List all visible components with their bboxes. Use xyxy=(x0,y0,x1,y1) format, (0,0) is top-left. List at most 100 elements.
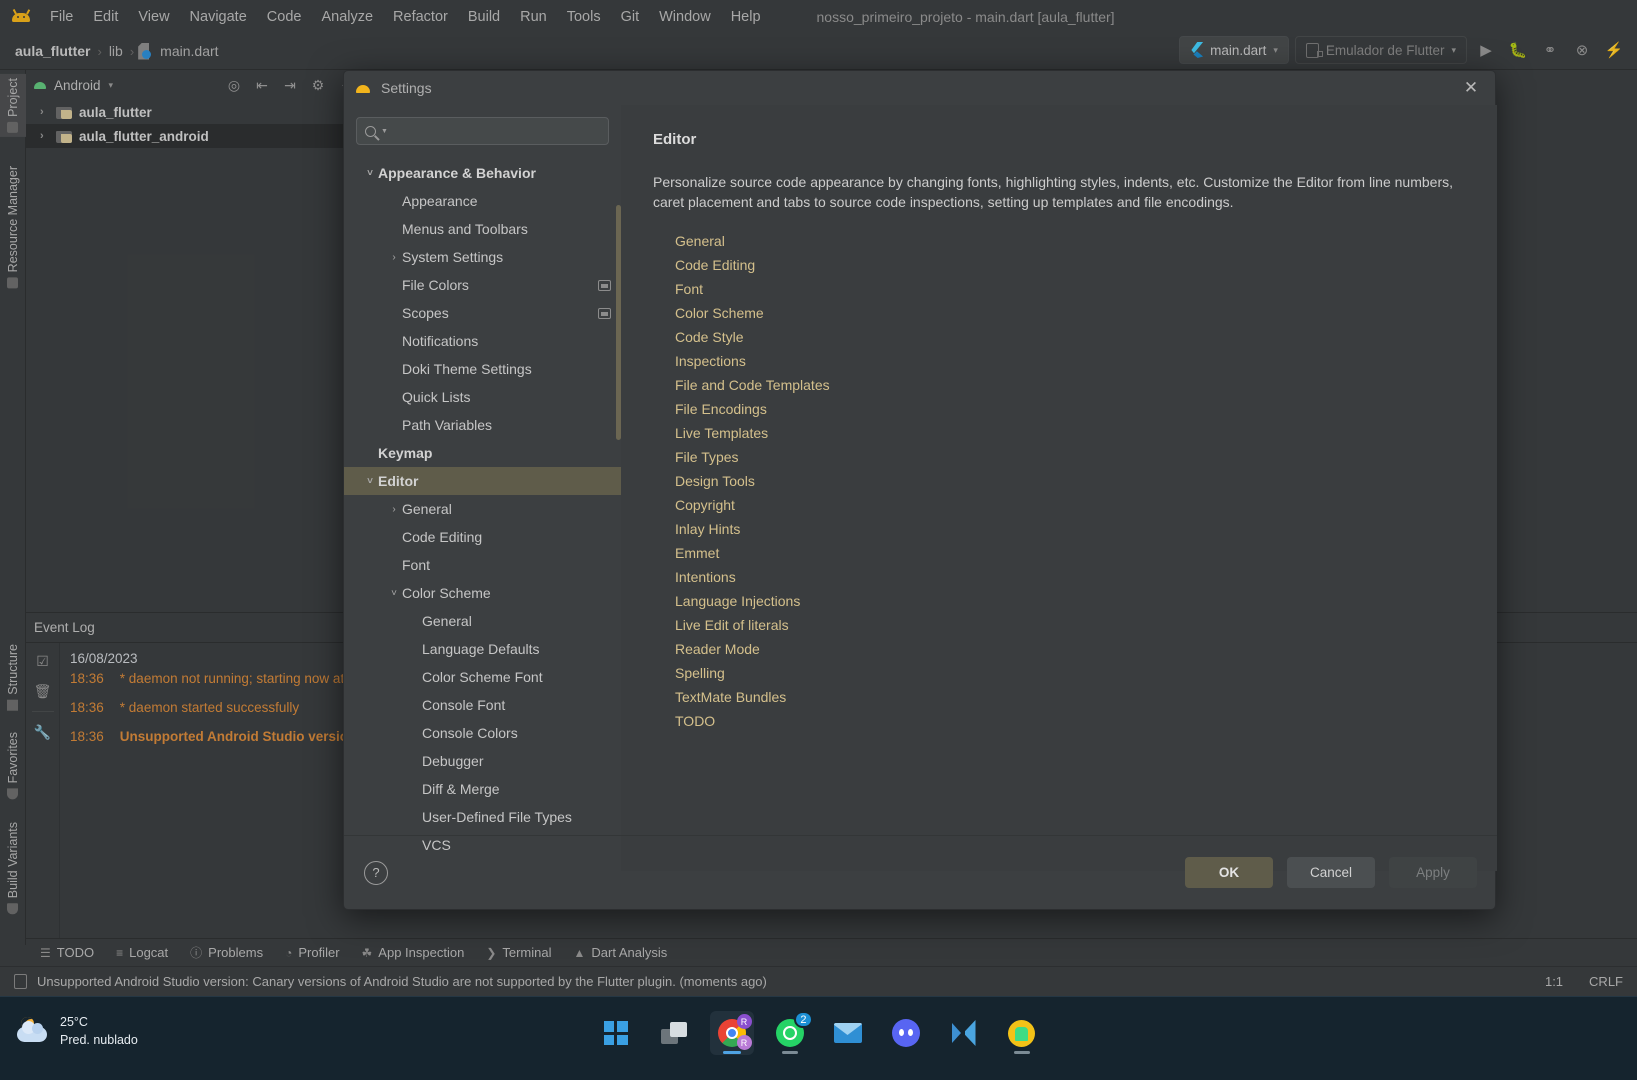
collapse-all-icon[interactable]: ⇥ xyxy=(276,72,304,98)
sidebar-item-structure[interactable]: Structure xyxy=(0,640,26,715)
detail-link-inspections[interactable]: Inspections xyxy=(675,349,1467,373)
cancel-button[interactable]: Cancel xyxy=(1287,857,1375,888)
detail-link-color-scheme[interactable]: Color Scheme xyxy=(675,301,1467,325)
detail-link-textmate-bundles[interactable]: TextMate Bundles xyxy=(675,685,1467,709)
detail-link-code-editing[interactable]: Code Editing xyxy=(675,253,1467,277)
settings-tree-item-quick-lists[interactable]: Quick Lists xyxy=(344,383,621,411)
vscode-button[interactable] xyxy=(942,1011,986,1055)
detail-link-emmet[interactable]: Emmet xyxy=(675,541,1467,565)
settings-tree-item-appearance-behavior[interactable]: ˅ Appearance & Behavior xyxy=(344,159,621,187)
detail-link-reader-mode[interactable]: Reader Mode xyxy=(675,637,1467,661)
project-tree-row[interactable]: › aula_flutter_android xyxy=(26,124,366,148)
detail-link-live-edit-of-literals[interactable]: Live Edit of literals xyxy=(675,613,1467,637)
settings-tree-item-console-font[interactable]: Console Font xyxy=(344,691,621,719)
hot-reload-icon[interactable]: ⚡ xyxy=(1601,37,1627,63)
apply-button[interactable]: Apply xyxy=(1389,857,1477,888)
tool-window-dart-analysis[interactable]: ▲ Dart Analysis xyxy=(574,945,668,960)
menu-item-file[interactable]: File xyxy=(40,5,83,29)
project-scope-label[interactable]: Android xyxy=(54,78,101,93)
settings-wrench-icon[interactable]: 🔧 xyxy=(33,722,53,742)
start-button[interactable] xyxy=(594,1011,638,1055)
menu-item-window[interactable]: Window xyxy=(649,5,721,29)
chevron-down-icon[interactable]: ▾ xyxy=(109,80,114,91)
menu-item-git[interactable]: Git xyxy=(611,5,650,29)
chevron-right-icon[interactable]: › xyxy=(40,130,50,142)
tool-window-app-inspection[interactable]: ☘ App Inspection xyxy=(362,945,465,960)
expand-all-icon[interactable]: ⇤ xyxy=(248,72,276,98)
detail-link-font[interactable]: Font xyxy=(675,277,1467,301)
search-input[interactable] xyxy=(392,123,600,139)
menu-item-tools[interactable]: Tools xyxy=(557,5,611,29)
breadcrumb-folder[interactable]: lib xyxy=(106,43,126,59)
sidebar-item-build-variants[interactable]: Build Variants xyxy=(0,818,26,918)
settings-tree-item-debugger[interactable]: Debugger xyxy=(344,747,621,775)
settings-search-box[interactable]: ▼ xyxy=(356,117,609,145)
chevron-down-icon[interactable]: ˅ xyxy=(362,168,378,179)
menu-item-analyze[interactable]: Analyze xyxy=(311,5,383,29)
settings-tree-item-system-settings[interactable]: › System Settings xyxy=(344,243,621,271)
mark-read-icon[interactable]: ☑ xyxy=(33,651,53,671)
menu-item-build[interactable]: Build xyxy=(458,5,510,29)
detail-link-file-and-code-templates[interactable]: File and Code Templates xyxy=(675,373,1467,397)
sidebar-item-project[interactable]: Project xyxy=(0,74,26,137)
settings-tree-item-appearance[interactable]: Appearance xyxy=(344,187,621,215)
detail-link-intentions[interactable]: Intentions xyxy=(675,565,1467,589)
detail-link-spelling[interactable]: Spelling xyxy=(675,661,1467,685)
whatsapp-button[interactable]: 2 xyxy=(768,1011,813,1055)
menu-item-refactor[interactable]: Refactor xyxy=(383,5,458,29)
menu-item-navigate[interactable]: Navigate xyxy=(180,5,257,29)
settings-tree-item-path-variables[interactable]: Path Variables xyxy=(344,411,621,439)
detail-link-code-style[interactable]: Code Style xyxy=(675,325,1467,349)
tool-window-terminal[interactable]: ❯ Terminal xyxy=(486,945,551,960)
settings-tree-item-general[interactable]: General xyxy=(344,607,621,635)
menu-item-run[interactable]: Run xyxy=(510,5,557,29)
trash-icon[interactable]: 🗑 xyxy=(33,681,53,701)
debug-icon[interactable]: 🐛 xyxy=(1505,37,1531,63)
attach-icon[interactable]: ⊗ xyxy=(1569,37,1595,63)
settings-tree-item-file-colors[interactable]: File Colors xyxy=(344,271,621,299)
chevron-right-icon[interactable]: › xyxy=(40,106,50,118)
detail-link-copyright[interactable]: Copyright xyxy=(675,493,1467,517)
settings-tree-item-scopes[interactable]: Scopes xyxy=(344,299,621,327)
gear-icon[interactable]: ⚙ xyxy=(304,72,332,98)
chevron-right-icon[interactable]: › xyxy=(386,504,402,515)
settings-tree-item-color-scheme[interactable]: ˅ Color Scheme xyxy=(344,579,621,607)
settings-tree-item-code-editing[interactable]: Code Editing xyxy=(344,523,621,551)
discord-button[interactable] xyxy=(884,1011,928,1055)
detail-link-inlay-hints[interactable]: Inlay Hints xyxy=(675,517,1467,541)
menu-item-edit[interactable]: Edit xyxy=(83,5,128,29)
settings-tree-item-diff-merge[interactable]: Diff & Merge xyxy=(344,775,621,803)
detail-link-live-templates[interactable]: Live Templates xyxy=(675,421,1467,445)
project-tree-row[interactable]: › aula_flutter xyxy=(26,100,366,124)
settings-tree-item-font[interactable]: Font xyxy=(344,551,621,579)
settings-tree-item-editor[interactable]: ˅ Editor xyxy=(344,467,621,495)
chrome-button[interactable]: R R xyxy=(709,1011,754,1055)
sidebar-item-resource-manager[interactable]: Resource Manager xyxy=(0,162,26,292)
settings-tree-item-color-scheme-font[interactable]: Color Scheme Font xyxy=(344,663,621,691)
settings-tree-item-doki-theme-settings[interactable]: Doki Theme Settings xyxy=(344,355,621,383)
settings-tree-item-user-defined-file-types[interactable]: User-Defined File Types xyxy=(344,803,621,831)
sidebar-item-favorites[interactable]: Favorites xyxy=(0,728,26,803)
ok-button[interactable]: OK xyxy=(1185,857,1273,888)
caret-position[interactable]: 1:1 xyxy=(1545,974,1563,989)
close-icon[interactable]: ✕ xyxy=(1457,74,1485,102)
profile-icon[interactable]: ⚭ xyxy=(1537,37,1563,63)
breadcrumb-project[interactable]: aula_flutter xyxy=(12,43,93,59)
line-separator[interactable]: CRLF xyxy=(1589,974,1623,989)
settings-tree-item-notifications[interactable]: Notifications xyxy=(344,327,621,355)
detail-link-language-injections[interactable]: Language Injections xyxy=(675,589,1467,613)
chevron-right-icon[interactable]: › xyxy=(386,252,402,263)
settings-tree-item-keymap[interactable]: Keymap xyxy=(344,439,621,467)
run-icon[interactable]: ▶ xyxy=(1473,37,1499,63)
task-view-button[interactable] xyxy=(652,1011,696,1055)
mail-button[interactable] xyxy=(826,1011,870,1055)
settings-tree-item-console-colors[interactable]: Console Colors xyxy=(344,719,621,747)
notification-icon[interactable] xyxy=(14,974,27,989)
device-selector[interactable]: Emulador de Flutter ▾ xyxy=(1294,36,1467,64)
settings-tree-item-menus-and-toolbars[interactable]: Menus and Toolbars xyxy=(344,215,621,243)
android-studio-button[interactable] xyxy=(1000,1011,1044,1055)
detail-link-file-types[interactable]: File Types xyxy=(675,445,1467,469)
detail-link-general[interactable]: General xyxy=(675,229,1467,253)
menu-item-help[interactable]: Help xyxy=(721,5,771,29)
tool-window-problems[interactable]: ⓘ Problems xyxy=(190,944,263,961)
